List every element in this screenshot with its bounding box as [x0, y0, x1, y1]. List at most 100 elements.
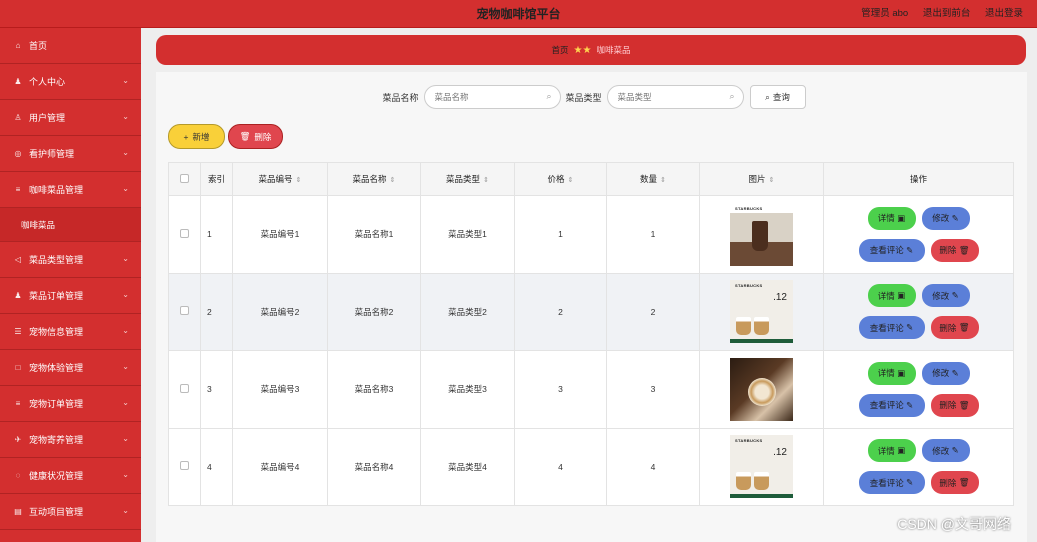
- delete-row-button[interactable]: 删除 🗑: [930, 238, 979, 262]
- main-content: 菜品名称 ⌕ 菜品类型 ⌕ ⌕ 查询 + 新增 🗑 删除 索引: [156, 72, 1027, 542]
- view-reviews-button[interactable]: 查看评论 ✎: [858, 393, 925, 417]
- view-reviews-button[interactable]: 查看评论 ✎: [858, 238, 925, 262]
- detail-button[interactable]: 详情 ▣: [867, 361, 916, 385]
- cell-image: STARBUCKS .12: [699, 427, 824, 506]
- sidebar-item-label: 宠物信息管理: [29, 327, 84, 337]
- row-checkbox[interactable]: [180, 228, 189, 238]
- nurse-icon: ◎: [14, 149, 22, 158]
- front-end-link[interactable]: 退出到前台: [923, 8, 971, 19]
- sidebar-item[interactable]: ◁ 菜品类型管理 ⌄: [0, 242, 141, 278]
- col-name[interactable]: 菜品名称 ⇕: [327, 162, 421, 196]
- chevron-down-icon: ⌄: [122, 148, 129, 157]
- cell-ops: 详情 ▣ 修改 ✎ 查看评论 ✎ 删除 🗑: [823, 195, 1014, 274]
- cell-index: 4: [200, 427, 233, 506]
- row-select-cell: [168, 350, 201, 429]
- sidebar-item[interactable]: ♟ 菜品订单管理 ⌄: [0, 278, 141, 314]
- watermark: CSDN @文哥网络: [897, 516, 1011, 532]
- sidebar-subitem[interactable]: 咖啡菜品: [0, 208, 141, 242]
- sidebar-item[interactable]: ☰ 宠物信息管理 ⌄: [0, 314, 141, 350]
- sidebar-item[interactable]: ⌂ 首页: [0, 28, 141, 64]
- top-links: 管理员 abo 退出到前台 退出登录: [849, 5, 1023, 19]
- sidebar-item[interactable]: ♙ 用户管理 ⌄: [0, 100, 141, 136]
- detail-button[interactable]: 详情 ▣: [867, 439, 916, 463]
- cell-name: 菜品名称2: [327, 272, 421, 351]
- name-box: ⌕: [423, 85, 561, 109]
- delete-row-button[interactable]: 删除 🗑: [930, 316, 979, 340]
- type-label: 菜品类型: [565, 92, 602, 103]
- send-icon: ◁: [14, 255, 22, 264]
- batch-delete-label: 删除: [254, 131, 272, 142]
- dish-image[interactable]: STARBUCKS .12: [730, 435, 793, 499]
- sidebar-item[interactable]: ▤ 互动项目管理 ⌄: [0, 494, 141, 530]
- col-price[interactable]: 价格 ⇕: [514, 162, 607, 196]
- cell-index: 3: [200, 350, 233, 429]
- dish-image[interactable]: STARBUCKS .12: [730, 280, 793, 344]
- admin-user-link[interactable]: 管理员 abo: [861, 8, 908, 19]
- edit-button[interactable]: 修改 ✎: [921, 361, 970, 385]
- sidebar-item[interactable]: ◌ 健康状况管理 ⌄: [0, 458, 141, 494]
- chevron-down-icon: ⌄: [122, 362, 129, 371]
- col-type[interactable]: 菜品类型 ⇕: [420, 162, 515, 196]
- cell-price: 3: [514, 350, 607, 429]
- filter-icon: ☰: [14, 327, 22, 336]
- row-checkbox[interactable]: [180, 461, 189, 471]
- chevron-down-icon: ⌄: [122, 398, 129, 407]
- sidebar-item[interactable]: ≡ 咖啡菜品管理 ⌄: [0, 172, 141, 208]
- batch-delete-button[interactable]: 🗑 删除: [228, 124, 283, 149]
- sidebar-item[interactable]: □ 宠物体验管理 ⌄: [0, 350, 141, 386]
- search-bar: 菜品名称 ⌕ 菜品类型 ⌕ ⌕ 查询: [156, 85, 1027, 109]
- cell-code: 菜品编号4: [232, 427, 328, 506]
- chevron-down-icon: ⌄: [122, 76, 129, 85]
- chevron-down-icon: ⌄: [122, 184, 129, 193]
- edit-button[interactable]: 修改 ✎: [921, 206, 970, 230]
- row-checkbox[interactable]: [180, 306, 189, 316]
- logout-link[interactable]: 退出登录: [985, 8, 1023, 19]
- sidebar-item[interactable]: ✈ 宠物寄养管理 ⌄: [0, 422, 141, 458]
- chevron-down-icon: ⌄: [122, 254, 129, 263]
- cell-index: 2: [200, 272, 233, 351]
- name-label: 菜品名称: [382, 92, 419, 103]
- dish-image[interactable]: [730, 357, 793, 421]
- action-row: + 新增 🗑 删除: [168, 124, 283, 149]
- view-reviews-button[interactable]: 查看评论 ✎: [858, 471, 925, 495]
- search-icon: ⌕: [729, 91, 735, 101]
- name-search-input[interactable]: [423, 85, 561, 109]
- row-checkbox[interactable]: [180, 383, 189, 393]
- query-button[interactable]: ⌕ 查询: [749, 85, 806, 109]
- type-search-input[interactable]: [606, 85, 744, 109]
- table-row: 2 菜品编号2 菜品名称2 菜品类型2 2 2 STARBUCKS .12 详情 ▣ 修改 ✎ 查看…: [168, 272, 1014, 351]
- col-qty[interactable]: 数量 ⇕: [606, 162, 700, 196]
- dish-image[interactable]: STARBUCKS: [730, 202, 793, 266]
- cell-ops: 详情 ▣ 修改 ✎ 查看评论 ✎ 删除 🗑: [823, 272, 1014, 351]
- delete-row-button[interactable]: 删除 🗑: [930, 471, 979, 495]
- col-code[interactable]: 菜品编号 ⇕: [232, 162, 328, 196]
- delete-row-button[interactable]: 删除 🗑: [930, 393, 979, 417]
- sort-icon: ⇕: [389, 177, 396, 184]
- detail-button[interactable]: 详情 ▣: [867, 284, 916, 308]
- sidebar-item[interactable]: ◎ 看护师管理 ⌄: [0, 136, 141, 172]
- sidebar-item-label: 宠物订单管理: [29, 399, 84, 409]
- cell-qty: 4: [606, 427, 700, 506]
- select-all-checkbox[interactable]: [180, 173, 189, 183]
- sidebar-item[interactable]: ♟ 个人中心 ⌄: [0, 64, 141, 100]
- edit-button[interactable]: 修改 ✎: [921, 284, 970, 308]
- detail-button[interactable]: 详情 ▣: [867, 206, 916, 230]
- cell-price: 2: [514, 272, 607, 351]
- view-reviews-button[interactable]: 查看评论 ✎: [858, 316, 925, 340]
- sidebar-item[interactable]: ▤宠物服务管理⌄: [0, 530, 141, 542]
- cell-ops: 详情 ▣ 修改 ✎ 查看评论 ✎ 删除 🗑: [823, 427, 1014, 506]
- breadcrumb-home[interactable]: 首页: [552, 44, 569, 56]
- row-select-cell: [168, 427, 201, 506]
- plane-icon: ✈: [14, 435, 22, 444]
- sidebar-item-label: 健康状况管理: [29, 471, 84, 481]
- sidebar-item[interactable]: ≡ 宠物订单管理 ⌄: [0, 386, 141, 422]
- sort-icon: ⇕: [768, 177, 775, 184]
- add-button[interactable]: + 新增: [168, 124, 225, 149]
- edit-button[interactable]: 修改 ✎: [921, 439, 970, 463]
- sidebar-item-label: 菜品类型管理: [29, 255, 84, 265]
- col-image[interactable]: 图片 ⇕: [699, 162, 824, 196]
- cell-code: 菜品编号3: [232, 350, 328, 429]
- cell-type: 菜品类型1: [420, 195, 515, 274]
- sidebar-item-label: 用户管理: [29, 113, 66, 123]
- search-icon: ⌕: [546, 91, 552, 101]
